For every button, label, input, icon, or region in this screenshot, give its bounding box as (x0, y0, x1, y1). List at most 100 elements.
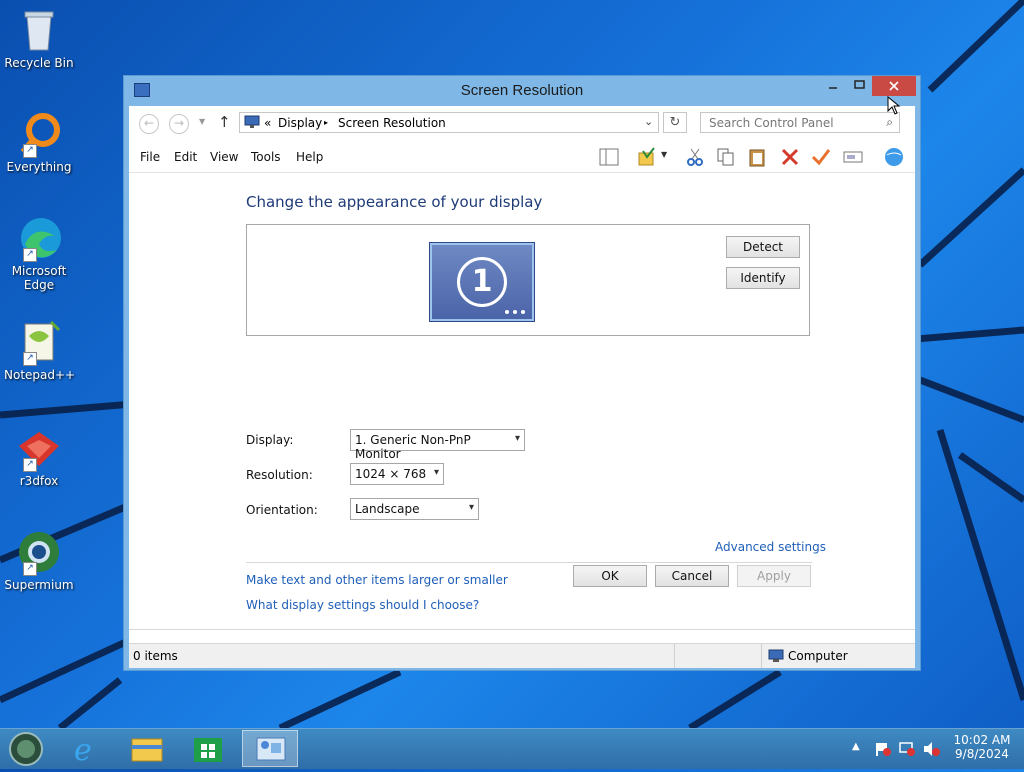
address-prefix: « (264, 116, 272, 130)
shortcut-arrow-icon: ↗ (23, 248, 37, 262)
menu-tools[interactable]: Tools (251, 150, 281, 164)
breadcrumb-display[interactable]: Display (278, 116, 322, 130)
control-panel-icon (256, 737, 286, 761)
identify-button[interactable]: Identify (726, 267, 800, 289)
menu-edit[interactable]: Edit (174, 150, 197, 164)
folder-options-icon[interactable] (637, 147, 657, 167)
screen-resolution-window: Screen Resolution ← → ▼ ↑ « Display ▸ Sc… (123, 75, 921, 671)
orientation-select-value: Landscape (355, 502, 420, 516)
internet-globe-icon[interactable] (884, 147, 904, 167)
refresh-button[interactable]: ↻ (663, 112, 687, 133)
shortcut-arrow-icon: ↗ (23, 352, 37, 366)
breadcrumb-separator: ▸ (324, 118, 329, 127)
orientation-select[interactable]: Landscape ▾ (350, 498, 479, 520)
copy-icon[interactable] (716, 147, 736, 167)
store-icon (194, 738, 222, 762)
search-icon: ⌕ (886, 115, 893, 129)
refresh-icon: ↻ (669, 115, 681, 130)
minimize-button[interactable] (820, 76, 846, 96)
text-size-link[interactable]: Make text and other items larger or smal… (246, 573, 508, 587)
notepad-plus-plus-icon: ↗ (15, 318, 63, 366)
paste-icon[interactable] (747, 147, 767, 167)
network-icon[interactable] (898, 741, 916, 757)
display-select[interactable]: 1. Generic Non-PnP Monitor ▾ (350, 429, 525, 461)
display-settings-help-link[interactable]: What display settings should I choose? (246, 598, 479, 612)
address-bar[interactable]: « Display ▸ Screen Resolution ⌄ (239, 112, 659, 133)
ok-button[interactable]: OK (573, 565, 647, 587)
taskbar-file-explorer[interactable] (118, 730, 174, 767)
desktop-icon-edge[interactable]: ↗ Microsoft Edge (4, 214, 74, 292)
recycle-bin-icon (15, 6, 63, 54)
search-box[interactable]: Search Control Panel ⌕ (700, 112, 900, 133)
maximize-icon (854, 80, 865, 89)
taskbar-control-panel[interactable] (242, 730, 298, 767)
r3dfox-icon: ↗ (15, 424, 63, 472)
menu-view[interactable]: View (210, 150, 238, 164)
internet-explorer-icon: e (74, 733, 92, 768)
start-button[interactable] (0, 730, 56, 767)
back-arrow-icon: ← (143, 116, 155, 130)
orientation-label: Orientation: (246, 503, 318, 517)
desktop-icon-everything[interactable]: ↗ Everything (4, 110, 74, 174)
show-hidden-icons-button[interactable]: ▲ (852, 741, 860, 752)
title-bar[interactable]: Screen Resolution (124, 76, 920, 106)
clock-time: 10:02 AM (953, 733, 1011, 747)
chevron-down-icon: ▾ (468, 502, 474, 513)
desktop-icon-label: Everything (6, 160, 72, 174)
advanced-settings-link[interactable]: Advanced settings (715, 540, 826, 554)
svg-text:e: e (74, 733, 92, 768)
breadcrumb-screen-resolution[interactable]: Screen Resolution (338, 116, 446, 130)
separator (246, 562, 812, 563)
taskbar-store[interactable] (180, 730, 236, 767)
shortcut-arrow-icon: ↗ (23, 144, 37, 158)
recent-locations-button[interactable]: ▼ (199, 117, 205, 126)
everything-search-icon: ↗ (15, 110, 63, 158)
action-center-flag-icon[interactable] (874, 741, 892, 757)
maximize-button[interactable] (846, 76, 872, 96)
clock[interactable]: 10:02 AM 9/8/2024 (948, 733, 1016, 761)
menu-file[interactable]: File (140, 150, 160, 164)
monitor-dots-icon (505, 310, 525, 314)
desktop-icon-notepadpp[interactable]: ↗ Notepad++ (4, 318, 75, 382)
volume-muted-icon[interactable] (922, 741, 940, 757)
resolution-label: Resolution: (246, 468, 313, 482)
page-heading: Change the appearance of your display (246, 193, 543, 211)
menu-help[interactable]: Help (296, 150, 323, 164)
display-preview-panel: 1 Detect Identify (246, 224, 810, 336)
forward-arrow-icon: → (173, 116, 185, 130)
taskbar: e ▲ 10:02 AM 9/8/2024 (0, 728, 1024, 769)
monitor-1-thumbnail[interactable]: 1 (430, 243, 534, 321)
display-location-icon (244, 115, 260, 128)
search-input[interactable]: Search Control Panel (709, 116, 834, 130)
back-button[interactable]: ← (139, 114, 159, 134)
properties-check-icon[interactable] (811, 147, 831, 167)
status-location: Computer (788, 649, 848, 663)
delete-icon[interactable] (780, 147, 800, 167)
apply-button[interactable]: Apply (737, 565, 811, 587)
clock-date: 9/8/2024 (955, 747, 1009, 761)
desktop-icon-supermium[interactable]: ↗ Supermium (4, 528, 74, 592)
desktop-icon-recycle-bin[interactable]: Recycle Bin (4, 6, 74, 70)
status-divider (674, 644, 675, 668)
rename-icon[interactable] (843, 147, 863, 167)
shortcut-arrow-icon: ↗ (23, 458, 37, 472)
taskbar-internet-explorer[interactable]: e (58, 730, 114, 768)
display-label: Display: (246, 433, 294, 447)
desktop-icon-r3dfox[interactable]: ↗ r3dfox (4, 424, 74, 488)
close-icon (889, 81, 899, 91)
up-button[interactable]: ↑ (218, 113, 231, 131)
folder-options-dropdown-icon[interactable]: ▼ (661, 150, 667, 159)
layout-pane-icon[interactable] (599, 147, 619, 167)
start-orb-icon (9, 732, 43, 766)
cancel-button[interactable]: Cancel (655, 565, 729, 587)
chevron-down-icon: ▾ (514, 433, 520, 444)
cut-icon[interactable] (685, 147, 705, 167)
up-arrow-icon: ↑ (218, 113, 231, 131)
resolution-select[interactable]: 1024 × 768 ▾ (350, 463, 444, 485)
address-dropdown-icon[interactable]: ⌄ (644, 115, 653, 128)
navigation-bar: ← → ▼ ↑ « Display ▸ Screen Resolution ⌄ … (129, 106, 915, 140)
close-button[interactable] (872, 76, 916, 96)
detect-button[interactable]: Detect (726, 236, 800, 258)
forward-button[interactable]: → (169, 114, 189, 134)
minimize-icon (829, 87, 837, 89)
